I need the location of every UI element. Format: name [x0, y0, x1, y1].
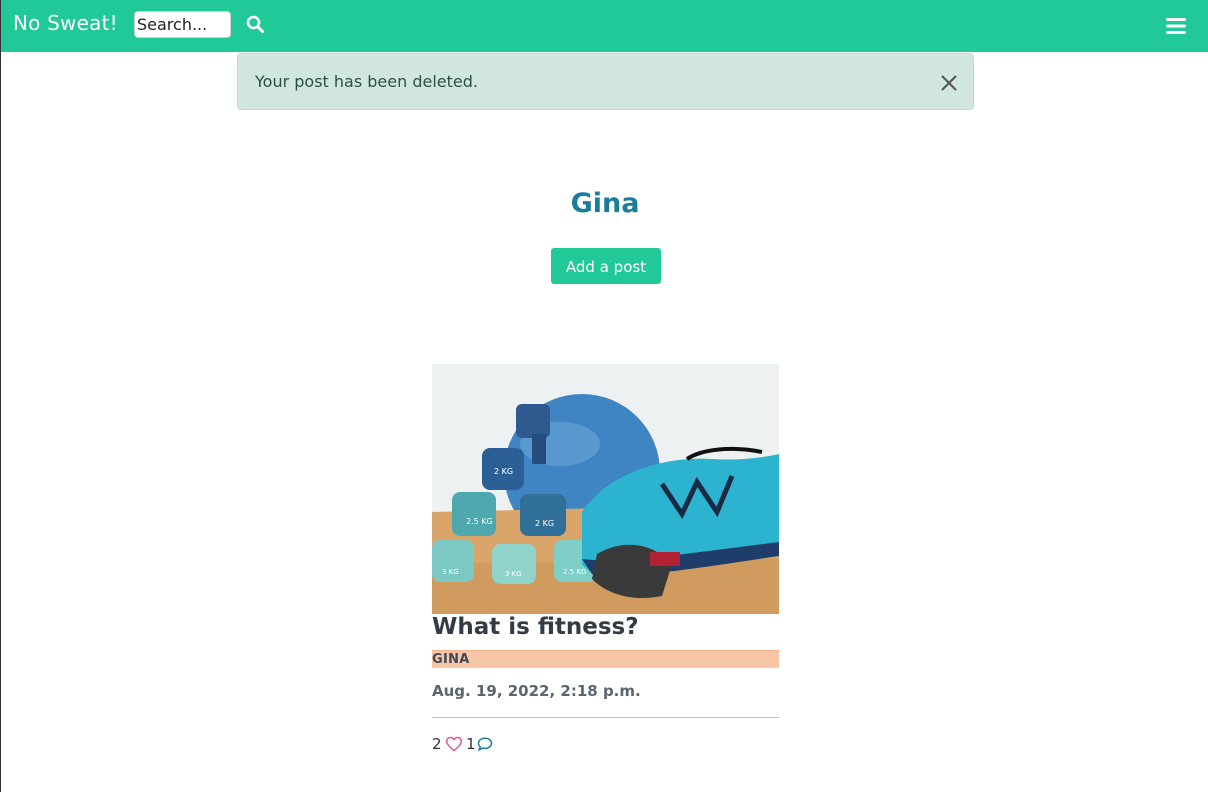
menu-toggle-button[interactable] [1165, 16, 1187, 36]
page: No Sweat! Your post has been deleted. [0, 0, 1208, 792]
alert-close-button[interactable] [938, 72, 960, 94]
comments-count: 1 [466, 735, 476, 753]
svg-text:3 KG: 3 KG [442, 568, 459, 576]
svg-text:3 KG: 3 KG [505, 570, 522, 578]
close-icon [941, 75, 957, 91]
search-icon [246, 15, 264, 33]
search-button[interactable] [244, 14, 266, 36]
brand-logo-link[interactable]: No Sweat! [13, 11, 118, 35]
search-input[interactable] [134, 11, 231, 38]
svg-text:2 KG: 2 KG [494, 467, 513, 476]
post-title[interactable]: What is fitness? [432, 614, 639, 640]
heart-icon[interactable] [445, 736, 463, 752]
svg-text:2.5 KG: 2.5 KG [563, 568, 586, 576]
post-author[interactable]: GINA [432, 652, 470, 667]
dumbbells-and-shoe-photo: 2 KG 2.5 KG 2 KG 3 KG 3 KG 2.5 KG [432, 364, 779, 614]
add-post-button[interactable]: Add a post [551, 248, 661, 284]
likes-count: 2 [432, 735, 442, 753]
svg-text:2.5 KG: 2.5 KG [466, 517, 493, 526]
comment-icon[interactable] [476, 736, 494, 752]
svg-text:2 KG: 2 KG [535, 519, 554, 528]
profile-name: Gina [570, 188, 640, 219]
success-alert: Your post has been deleted. [237, 53, 974, 110]
alert-message: Your post has been deleted. [255, 72, 478, 91]
hamburger-menu-icon [1166, 18, 1186, 34]
post-image[interactable]: 2 KG 2.5 KG 2 KG 3 KG 3 KG 2.5 KG [432, 364, 779, 614]
post-author-bar: GINA [432, 650, 779, 668]
card-divider [432, 717, 779, 718]
post-date: Aug. 19, 2022, 2:18 p.m. [432, 682, 641, 700]
top-navbar: No Sweat! [1, 0, 1208, 52]
